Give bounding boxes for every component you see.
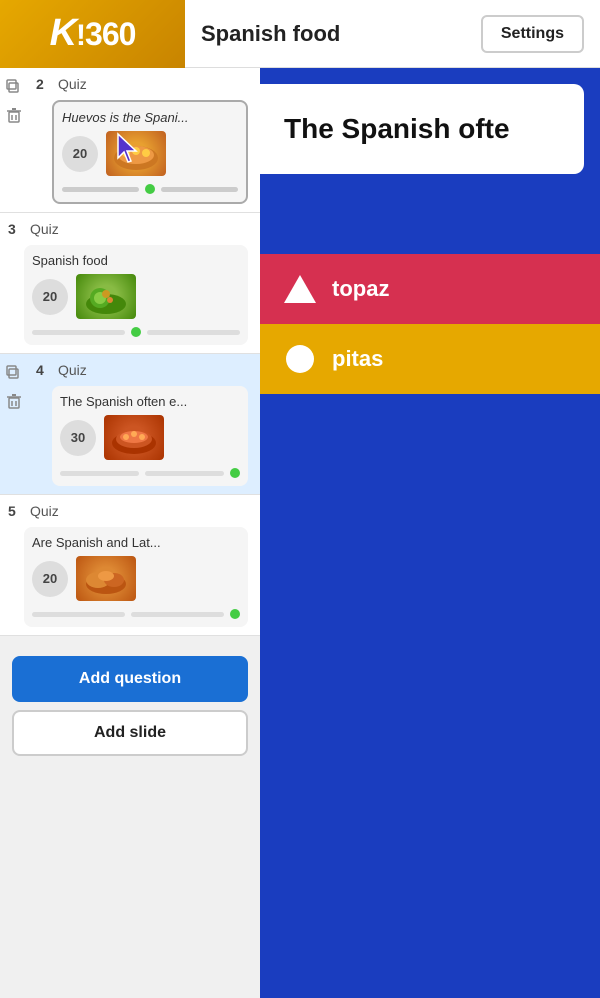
quiz-progress-3 (32, 327, 240, 337)
quiz-progress-5 (32, 609, 240, 619)
quiz-points-4: 30 (60, 420, 96, 456)
quiz-side-icons-2 (0, 68, 28, 134)
quiz-thumb-2 (106, 131, 166, 176)
copy-icon-2[interactable] (4, 76, 24, 96)
header: K!360 Spanish food Settings (0, 0, 600, 68)
quiz-card-title-2: Huevos is the Spani... (62, 110, 238, 125)
quiz-type-3: Quiz (30, 221, 59, 237)
quiz-card-4[interactable]: The Spanish often e... 30 (52, 386, 248, 486)
header-title-area: Spanish food Settings (185, 15, 600, 53)
settings-button[interactable]: Settings (481, 15, 584, 53)
quiz-type-5: Quiz (30, 503, 59, 519)
circle-shape (284, 343, 316, 375)
sidebar: 2 Quiz Huevos is the Spani... 20 (0, 68, 260, 998)
quiz-num-5: 5 (8, 503, 24, 519)
quiz-card-title-4: The Spanish often e... (60, 394, 240, 409)
quiz-row-2: 2 Quiz Huevos is the Spani... 20 (0, 68, 260, 212)
logo-text: K!360 (50, 12, 136, 55)
answer-text-2: pitas (332, 346, 383, 372)
quiz-header-4: 4 Quiz (28, 354, 260, 382)
preview-question-text: The Spanish ofte (284, 113, 510, 145)
quiz-item-2: 2 Quiz Huevos is the Spani... 20 (0, 68, 260, 213)
quiz-progress-2 (62, 184, 238, 194)
answer-option-1[interactable]: topaz (260, 254, 600, 324)
delete-icon-4[interactable] (4, 392, 24, 412)
quiz-row-5: 5 Quiz Are Spanish and Lat... 20 (0, 495, 260, 635)
quiz-thumb-5 (76, 556, 136, 601)
answer-text-1: topaz (332, 276, 389, 302)
quiz-card-title-3: Spanish food (32, 253, 240, 268)
preview-answers: topaz pitas (260, 254, 600, 394)
copy-icon-4[interactable] (4, 362, 24, 382)
quiz-card-body-2: 20 (62, 131, 238, 176)
quiz-card-2[interactable]: Huevos is the Spani... 20 (52, 100, 248, 204)
quiz-item-3: 3 Quiz Spanish food 20 (0, 213, 260, 354)
add-question-button[interactable]: Add question (12, 656, 248, 702)
quiz-card-5[interactable]: Are Spanish and Lat... 20 (24, 527, 248, 627)
quiz-thumb-4 (104, 415, 164, 460)
quiz-item-5: 5 Quiz Are Spanish and Lat... 20 (0, 495, 260, 636)
add-slide-button[interactable]: Add slide (12, 710, 248, 756)
quiz-progress-4 (60, 468, 240, 478)
logo: K!360 (0, 0, 185, 68)
circle-icon (286, 345, 314, 373)
quiz-row-4: 4 Quiz The Spanish often e... 30 (0, 354, 260, 494)
triangle-shape (284, 273, 316, 305)
quiz-card-body-3: 20 (32, 274, 240, 319)
quiz-points-3: 20 (32, 279, 68, 315)
delete-icon-2[interactable] (4, 106, 24, 126)
preview-area: The Spanish ofte topaz pitas (260, 68, 600, 998)
preview-question-box: The Spanish ofte (260, 84, 584, 174)
triangle-icon (284, 275, 316, 303)
quiz-points-2: 20 (62, 136, 98, 172)
quiz-num-3: 3 (8, 221, 24, 237)
quiz-type-2: Quiz (58, 76, 87, 92)
quiz-side-icons-4 (0, 354, 28, 420)
main-layout: 2 Quiz Huevos is the Spani... 20 (0, 68, 600, 998)
quiz-num-2: 2 (36, 76, 52, 92)
answer-option-2[interactable]: pitas (260, 324, 600, 394)
quiz-header-5: 5 Quiz (0, 495, 260, 523)
quiz-header-3: 3 Quiz (0, 213, 260, 241)
quiz-card-body-5: 20 (32, 556, 240, 601)
sidebar-buttons: Add question Add slide (0, 644, 260, 768)
quiz-points-5: 20 (32, 561, 68, 597)
quiz-item-4: 4 Quiz The Spanish often e... 30 (0, 354, 260, 495)
quiz-card-3[interactable]: Spanish food 20 (24, 245, 248, 345)
quiz-num-4: 4 (36, 362, 52, 378)
page-title: Spanish food (201, 21, 340, 47)
quiz-thumb-3 (76, 274, 136, 319)
quiz-type-4: Quiz (58, 362, 87, 378)
quiz-header-2: 2 Quiz (28, 68, 260, 96)
quiz-card-body-4: 30 (60, 415, 240, 460)
quiz-card-title-5: Are Spanish and Lat... (32, 535, 240, 550)
quiz-row-3: 3 Quiz Spanish food 20 (0, 213, 260, 353)
